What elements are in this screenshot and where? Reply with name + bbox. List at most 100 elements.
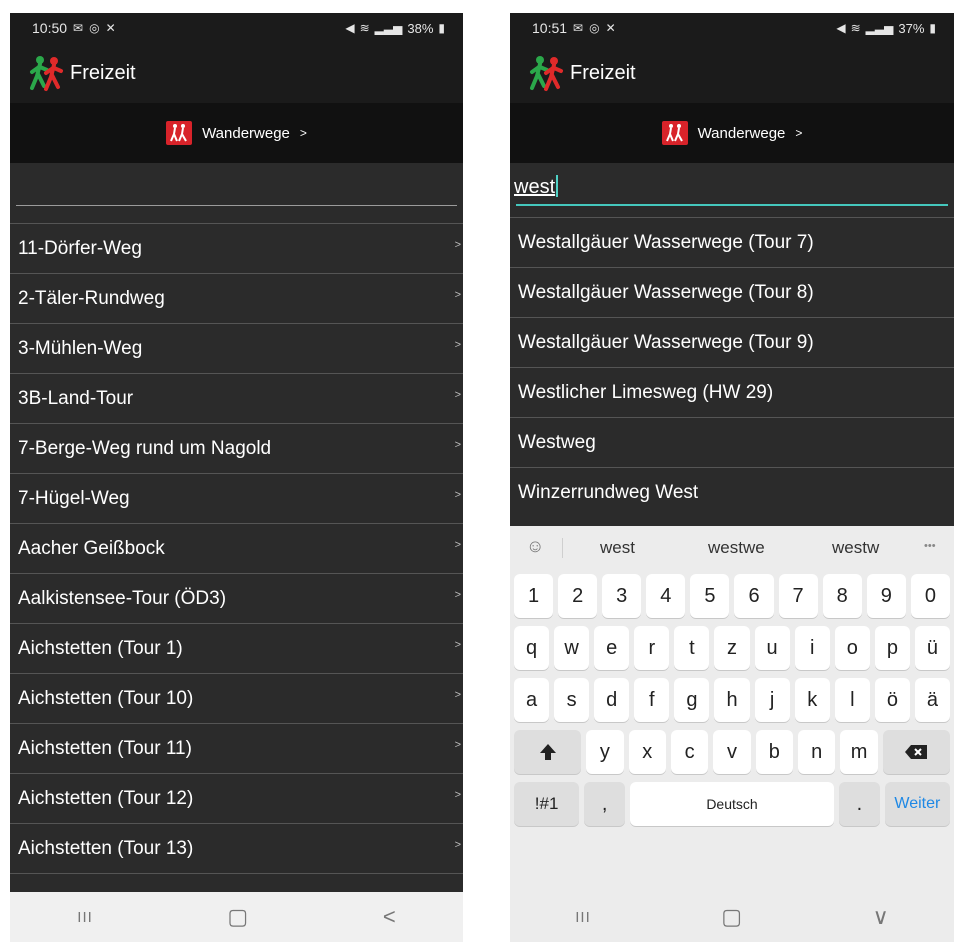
key[interactable]: x (628, 730, 666, 774)
list-item[interactable]: Westlicher Limesweg (HW 29) (510, 367, 954, 417)
list-item[interactable]: 3-Mühlen-Weg > (10, 323, 463, 373)
chevron-right-icon: > (454, 739, 461, 751)
key[interactable]: 3 (602, 574, 642, 618)
period-key[interactable]: . (838, 782, 880, 826)
hiking-icon (166, 121, 193, 145)
battery-percent: 37% (898, 20, 925, 36)
key[interactable]: 2 (558, 574, 598, 618)
key[interactable]: v (713, 730, 751, 774)
key[interactable]: ö (874, 678, 910, 722)
category-label: Wanderwege (697, 124, 786, 142)
key[interactable]: l (834, 678, 870, 722)
home-button[interactable]: ▢ (227, 904, 248, 930)
key[interactable]: ä (914, 678, 951, 722)
list-item[interactable]: Westweg (510, 417, 954, 467)
key[interactable]: t (674, 626, 710, 670)
list-item[interactable]: 2-Täler-Rundweg > (10, 273, 463, 323)
list-item[interactable]: Aichstetten (Tour 1) > (10, 623, 463, 673)
comma-key[interactable]: , (584, 782, 626, 826)
list-item-label: 2-Täler-Rundweg (18, 287, 165, 309)
key[interactable]: 7 (778, 574, 818, 618)
key[interactable]: ü (914, 626, 951, 670)
key[interactable]: i (794, 626, 830, 670)
key[interactable]: y (586, 730, 624, 774)
status-time: 10:51 (532, 20, 568, 36)
list-item-label: Aichstetten (Tour 12) (18, 787, 194, 809)
key[interactable]: u (754, 626, 790, 670)
search-input[interactable]: west (514, 175, 559, 199)
list-item[interactable]: Aichstetten (Tour 13) > (10, 823, 463, 873)
hide-keyboard-button[interactable]: ∨ (873, 904, 889, 930)
chevron-right-icon: > (454, 289, 461, 301)
symbols-key[interactable]: !#1 (514, 782, 580, 826)
chevron-right-icon: > (454, 489, 461, 501)
category-header[interactable]: Wanderwege > (10, 103, 463, 163)
chevron-right-icon: > (454, 589, 461, 601)
list-item[interactable]: Westallgäuer Wasserwege (Tour 7) (510, 217, 954, 267)
list-item[interactable]: Winzerrundweg West (510, 467, 954, 517)
list-item[interactable]: 7-Hügel-Weg > (10, 473, 463, 523)
key[interactable]: 8 (822, 574, 862, 618)
search-field[interactable] (10, 163, 463, 209)
list-item[interactable]: Aichstetten (Tour 10) > (10, 673, 463, 723)
key[interactable]: q (514, 626, 550, 670)
list-item[interactable]: Aacher Geißbock > (10, 523, 463, 573)
shift-key[interactable] (514, 730, 582, 774)
mute-icon: ◀ (345, 21, 355, 35)
battery-percent: 38% (407, 20, 434, 36)
notification-icon: ✉ (73, 21, 84, 35)
key[interactable]: a (514, 678, 550, 722)
home-button[interactable]: ▢ (721, 904, 742, 930)
list-item[interactable]: Aichstetten (Tour 11) > (10, 723, 463, 773)
list-item[interactable]: Westallgäuer Wasserwege (Tour 9) (510, 317, 954, 367)
key[interactable]: n (798, 730, 836, 774)
enter-key[interactable]: Weiter (884, 782, 950, 826)
app-bar: Freizeit (510, 43, 954, 103)
key[interactable]: r (634, 626, 670, 670)
key[interactable]: p (874, 626, 910, 670)
key[interactable]: w (554, 626, 590, 670)
key[interactable]: 1 (514, 574, 554, 618)
key[interactable]: j (754, 678, 790, 722)
key[interactable]: k (794, 678, 830, 722)
recents-button[interactable]: III (77, 909, 93, 926)
key[interactable]: s (554, 678, 590, 722)
back-button[interactable]: < (383, 904, 396, 930)
key[interactable]: 5 (690, 574, 730, 618)
key[interactable]: h (714, 678, 750, 722)
list-item[interactable]: 7-Berge-Weg rund um Nagold > (10, 423, 463, 473)
key[interactable]: f (634, 678, 670, 722)
list-item[interactable]: Aalkistensee-Tour (ÖD3) > (10, 573, 463, 623)
key[interactable]: 6 (734, 574, 774, 618)
key[interactable]: 9 (866, 574, 906, 618)
key[interactable]: d (594, 678, 630, 722)
backspace-icon (905, 745, 928, 759)
key[interactable]: m (840, 730, 878, 774)
key[interactable]: c (670, 730, 709, 774)
suggestion-1[interactable]: west (600, 538, 635, 558)
list-item-label: 3-Mühlen-Weg (18, 337, 143, 359)
key[interactable]: 4 (646, 574, 686, 618)
search-field[interactable]: west (510, 163, 954, 209)
suggestion-3[interactable]: westw (832, 538, 879, 558)
key[interactable]: o (834, 626, 870, 670)
key[interactable]: b (755, 730, 794, 774)
notification-icon: ✉ (573, 21, 584, 35)
list-item[interactable]: Aichstetten (Tour 12) > (10, 773, 463, 823)
emoji-suggest-icon[interactable]: ☺ (526, 536, 544, 557)
key[interactable]: g (674, 678, 710, 722)
list-item[interactable]: 3B-Land-Tour > (10, 373, 463, 423)
more-icon[interactable]: ••• (924, 540, 936, 552)
list-item[interactable]: 11-Dörfer-Weg > (10, 223, 463, 273)
key[interactable]: 0 (910, 574, 950, 618)
recents-button[interactable]: III (575, 909, 591, 926)
category-header[interactable]: Wanderwege > (510, 103, 954, 163)
category-label: Wanderwege (202, 124, 290, 142)
list-item[interactable]: Westallgäuer Wasserwege (Tour 8) (510, 267, 954, 317)
suggestion-2[interactable]: westwe (708, 538, 765, 558)
list-item-label: Aichstetten (Tour 11) (18, 737, 192, 759)
key[interactable]: z (714, 626, 750, 670)
space-key[interactable]: Deutsch (630, 782, 834, 826)
backspace-key[interactable] (882, 730, 951, 774)
key[interactable]: e (594, 626, 630, 670)
